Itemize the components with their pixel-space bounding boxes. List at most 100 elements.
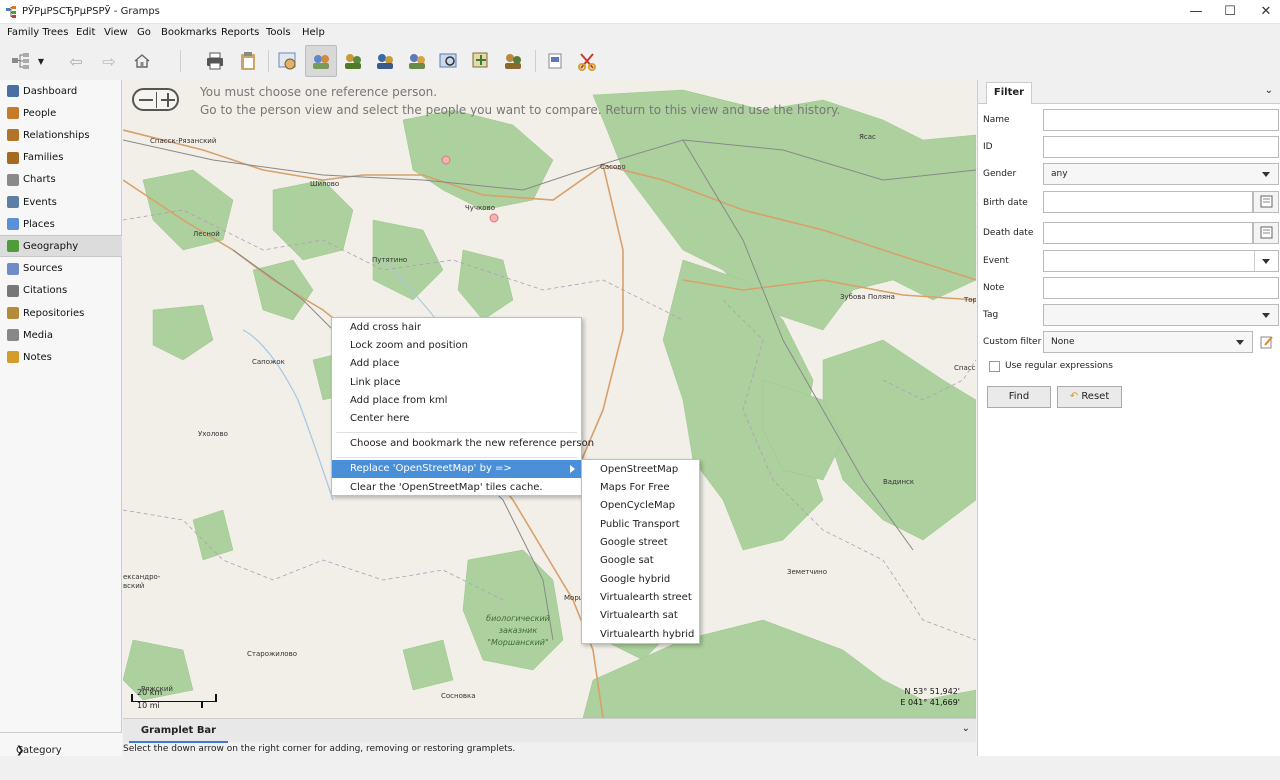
sidebar-item-label: Dashboard <box>23 85 78 97</box>
preferences-button[interactable] <box>539 45 571 77</box>
geo-events-view-button[interactable] <box>369 45 401 77</box>
geo-person-view-button[interactable] <box>272 45 304 77</box>
geo-places-view-button[interactable] <box>401 45 433 77</box>
provider-virtualearth-sat[interactable]: Virtualearth sat <box>582 607 699 625</box>
menu-tools[interactable]: Tools <box>266 27 291 38</box>
id-field[interactable] <box>1043 136 1279 158</box>
tools-button[interactable] <box>571 45 603 77</box>
tag-select[interactable] <box>1043 304 1279 326</box>
sidebar-item-sources[interactable]: Sources <box>0 258 122 280</box>
birth-date-editor-button[interactable] <box>1253 191 1279 213</box>
menu-bookmarks[interactable]: Bookmarks <box>161 27 217 38</box>
sidebar-item-citations[interactable]: Citations <box>0 280 122 302</box>
provider-google-sat[interactable]: Google sat <box>582 552 699 570</box>
sidebar-item-events[interactable]: Events <box>0 191 122 213</box>
gramplet-menu-chevron-icon[interactable]: ⌄ <box>962 723 970 734</box>
sidebar-item-families[interactable]: Families <box>0 147 122 169</box>
home-button[interactable] <box>126 45 158 77</box>
provider-google-street[interactable]: Google street <box>582 534 699 552</box>
menu-edit[interactable]: Edit <box>76 27 95 38</box>
birth-date-field[interactable] <box>1043 191 1253 213</box>
custom-filter-select[interactable]: None <box>1043 331 1253 353</box>
category-selector[interactable]: Category ❯ <box>0 732 122 756</box>
gender-select[interactable]: any <box>1043 163 1279 185</box>
gramplet-status-text: Select the down arrow on the right corne… <box>123 744 516 754</box>
menu-reports[interactable]: Reports <box>221 27 259 38</box>
provider-public-transport[interactable]: Public Transport <box>582 516 699 534</box>
repositories-icon <box>7 307 19 319</box>
regex-checkbox[interactable] <box>989 361 1000 372</box>
death-date-field[interactable] <box>1043 222 1253 244</box>
close-button[interactable]: ✕ <box>1248 0 1280 24</box>
provider-virtualearth-hybrid[interactable]: Virtualearth hybrid <box>582 626 699 644</box>
zoom-control[interactable] <box>132 88 179 111</box>
menu-go[interactable]: Go <box>137 27 151 38</box>
sidebar-item-dashboard[interactable]: Dashboard <box>0 80 122 102</box>
geo-family-view-button[interactable] <box>305 45 337 77</box>
event-dropdown-button[interactable] <box>1254 251 1278 271</box>
geo-close-view-button[interactable] <box>433 45 465 77</box>
sidebar-item-relationships[interactable]: Relationships <box>0 124 122 146</box>
edit-filter-button[interactable] <box>1259 334 1275 350</box>
filter-tab[interactable]: Filter <box>986 82 1032 104</box>
town-label: Чучково <box>465 204 495 212</box>
menu-view[interactable]: View <box>104 27 128 38</box>
geo-families-view-button[interactable] <box>497 45 529 77</box>
sidebar-item-geography[interactable]: Geography <box>0 235 122 258</box>
geo-move-view-button[interactable] <box>465 45 497 77</box>
sidebar-item-media[interactable]: Media <box>0 324 122 346</box>
town-label: Земетчино <box>787 568 828 576</box>
event-combo[interactable] <box>1043 250 1279 272</box>
sidebar-item-people[interactable]: People <box>0 102 122 124</box>
town-label: Лесной <box>193 230 220 238</box>
print-button[interactable] <box>199 45 231 77</box>
geo-event-view-button[interactable] <box>337 45 369 77</box>
filter-chevron-down-icon[interactable]: ⌄ <box>1265 85 1273 96</box>
minimize-button[interactable]: — <box>1178 0 1214 24</box>
tree-view-button[interactable] <box>5 45 37 77</box>
note-field[interactable] <box>1043 277 1279 299</box>
dropdown-arrow-button[interactable]: ▼ <box>34 45 48 77</box>
document-icon <box>548 53 562 69</box>
chevron-down-icon <box>1262 259 1270 264</box>
maximize-button[interactable]: ☐ <box>1212 0 1248 24</box>
menu-add-place-kml[interactable]: Add place from kml <box>332 392 581 410</box>
gramplet-bar-tab[interactable]: Gramplet Bar <box>129 719 228 743</box>
menu-lock-zoom[interactable]: Lock zoom and position <box>332 337 581 355</box>
birth-date-label: Birth date <box>983 198 1028 208</box>
clipboard-button[interactable] <box>232 45 264 77</box>
sidebar-item-repositories[interactable]: Repositories <box>0 302 122 324</box>
name-field[interactable] <box>1043 109 1279 131</box>
reset-button[interactable]: ↶ Reset <box>1057 386 1122 408</box>
home-icon <box>134 54 150 68</box>
menu-add-place[interactable]: Add place <box>332 355 581 373</box>
menu-choose-reference-person[interactable]: Choose and bookmark the new reference pe… <box>332 435 594 453</box>
forward-button[interactable]: ⇨ <box>93 45 125 77</box>
sidebar-item-notes[interactable]: Notes <box>0 346 122 368</box>
zoom-out-icon[interactable] <box>139 99 153 101</box>
provider-google-hybrid[interactable]: Google hybrid <box>582 571 699 589</box>
provider-openstreetmap[interactable]: OpenStreetMap <box>582 461 699 479</box>
reset-label: Reset <box>1081 391 1110 402</box>
provider-maps-for-free[interactable]: Maps For Free <box>582 479 699 497</box>
provider-opencyclemap[interactable]: OpenCycleMap <box>582 497 699 515</box>
provider-virtualearth-street[interactable]: Virtualearth street <box>582 589 699 607</box>
sources-icon <box>7 262 19 275</box>
death-date-editor-button[interactable] <box>1253 222 1279 244</box>
map-provider-submenu: OpenStreetMap Maps For Free OpenCycleMap… <box>581 459 700 644</box>
regex-label: Use regular expressions <box>1005 361 1113 371</box>
find-button[interactable]: Find <box>987 386 1051 408</box>
sidebar-item-charts[interactable]: Charts <box>0 169 122 191</box>
menu-help[interactable]: Help <box>302 27 325 38</box>
back-button[interactable]: ⇦ <box>60 45 92 77</box>
menu-link-place[interactable]: Link place <box>332 374 581 392</box>
menu-center-here[interactable]: Center here <box>332 410 581 428</box>
citations-icon <box>7 284 19 297</box>
menu-clear-tiles-cache[interactable]: Clear the 'OpenStreetMap' tiles cache. <box>332 479 581 497</box>
sidebar-item-places[interactable]: Places <box>0 213 122 235</box>
menu-replace-map-source[interactable]: Replace 'OpenStreetMap' by => <box>332 460 581 478</box>
custom-filter-value: None <box>1051 337 1075 347</box>
sidebar-item-label: People <box>23 107 57 119</box>
menu-family-trees[interactable]: Family Trees <box>7 27 68 38</box>
menu-add-cross-hair[interactable]: Add cross hair <box>332 319 581 337</box>
